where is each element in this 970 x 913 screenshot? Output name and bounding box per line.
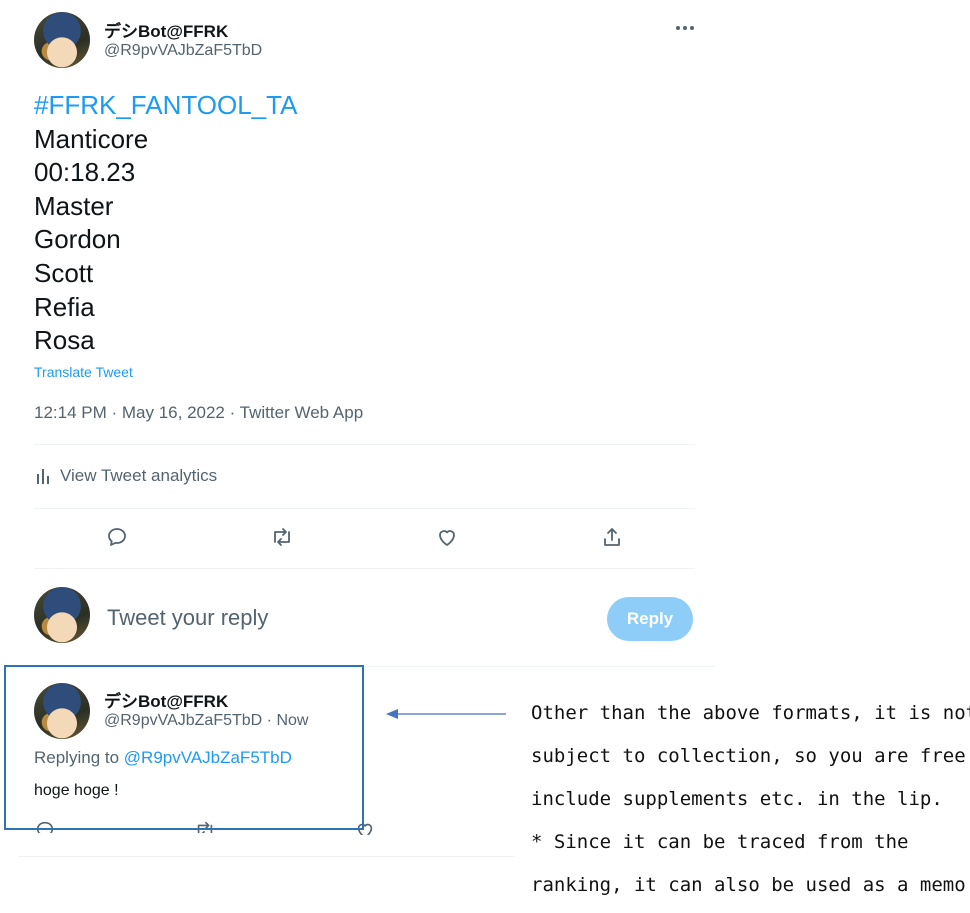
composer-avatar[interactable] (34, 587, 90, 643)
tweet-line: 00:18.23 (34, 157, 136, 188)
divider (34, 444, 695, 445)
like-icon (439, 530, 455, 546)
analytics-icon (37, 469, 49, 484)
annotation-line: * Since it can be traced from the (531, 831, 909, 853)
more-options-button[interactable] (672, 16, 698, 40)
tweet-line: Scott (34, 257, 94, 288)
display-name[interactable]: デシBot@FFRK (104, 17, 228, 42)
user-handle[interactable]: @R9pvVAJbZaF5TbD (104, 42, 262, 60)
annotation-line: subject to collection, so you are free t… (531, 745, 970, 767)
retweet-icon (274, 528, 290, 546)
hashtag-link[interactable]: #FFRK_FANTOOL_TA (34, 89, 297, 123)
tweet-line: Refia (34, 291, 95, 322)
analytics-label: View Tweet analytics (60, 466, 218, 485)
reply-icon (108, 528, 126, 546)
annotation-arrow (386, 709, 506, 719)
annotation-line: ranking, it can also be used as a memo. (531, 874, 970, 896)
tweet-line: Rosa (34, 325, 95, 356)
more-horizontal-icon (676, 26, 694, 30)
tweet-timestamp[interactable]: 12:14 PM · May 16, 2022 · Twitter Web Ap… (34, 403, 363, 423)
annotation-text: Other than the above formats, it is not … (531, 692, 970, 907)
divider (34, 568, 695, 569)
divider (34, 508, 695, 509)
retweet-button[interactable] (268, 523, 296, 551)
tweet-line: Manticore (34, 123, 149, 154)
view-analytics-link[interactable]: View Tweet analytics (34, 466, 217, 486)
annotation-line: Other than the above formats, it is not (531, 702, 970, 724)
translate-tweet-link[interactable]: Translate Tweet (34, 364, 133, 380)
share-icon (604, 528, 620, 546)
highlight-box (4, 665, 364, 830)
reply-submit-button[interactable]: Reply (607, 597, 693, 641)
divider (18, 856, 515, 857)
tweet-line: Gordon (34, 224, 121, 255)
reply-input[interactable]: Tweet your reply (107, 605, 587, 631)
avatar[interactable] (34, 12, 90, 68)
like-button[interactable] (433, 523, 461, 551)
tweet-text: #FFRK_FANTOOL_TA Manticore 00:18.23 Mast… (34, 89, 297, 358)
tweet-line: Master (34, 190, 114, 221)
annotation-line: include supplements etc. in the lip. (531, 788, 943, 810)
reply-button[interactable] (103, 523, 131, 551)
share-button[interactable] (598, 523, 626, 551)
